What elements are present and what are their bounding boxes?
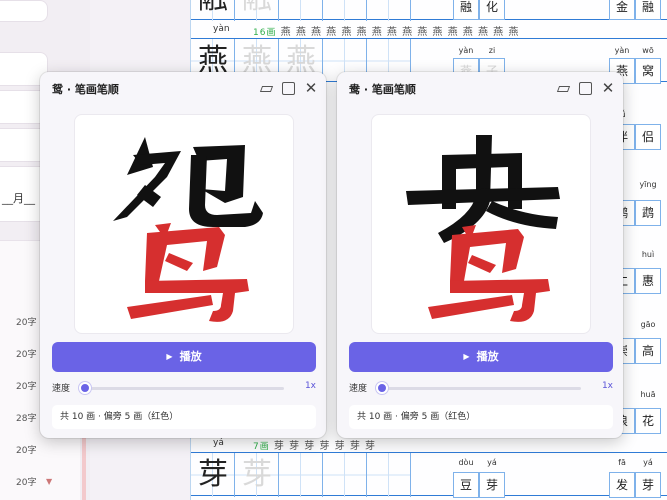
window-maximize-icon[interactable]: [280, 80, 296, 96]
window-minimize-icon[interactable]: [258, 80, 274, 96]
practice-cell: 融: [191, 0, 235, 21]
pinyin-label: yàn: [614, 46, 630, 55]
practice-cell: [367, 453, 411, 497]
stroke-info: 共 10 画 · 偏旁 5 画（红色）: [349, 405, 613, 429]
stroke-red: [165, 253, 193, 271]
play-button[interactable]: ▶ 播放: [349, 342, 613, 372]
char-count: 20字: [16, 318, 37, 328]
speed-slider-handle[interactable]: [79, 382, 91, 394]
pinyin-label: yīng: [639, 180, 657, 189]
window-maximize-icon[interactable]: [577, 80, 593, 96]
word-cell: 侣: [635, 124, 661, 150]
pinyin-label: huì: [641, 250, 655, 259]
speed-value: 1x: [304, 381, 316, 391]
speed-label: 速度: [52, 384, 71, 394]
word-cell: 化: [479, 0, 505, 20]
pinyin-label: gāo: [640, 320, 656, 329]
close-icon[interactable]: ✕: [303, 80, 319, 96]
stroke-chars: 燕 燕 燕 燕 燕 燕 燕 燕 燕 燕 燕 燕 燕 燕 燕 燕: [280, 27, 520, 38]
word-cell: 芽: [479, 472, 505, 498]
speed-slider[interactable]: [84, 387, 284, 390]
word-cell: 融: [453, 0, 479, 20]
close-icon[interactable]: ✕: [600, 80, 616, 96]
word-cell: 豆: [453, 472, 479, 498]
stroke-count: 7画: [253, 442, 270, 452]
char-count: 20字: [16, 382, 37, 392]
stroke-canvas: [371, 114, 591, 334]
word-cell: 金: [609, 0, 635, 20]
word-cell: 花: [635, 408, 661, 434]
stroke-sequence: 16画 燕 燕 燕 燕 燕 燕 燕 燕 燕 燕 燕 燕 燕 燕 燕 燕: [253, 23, 519, 38]
window-titlebar[interactable]: 鸳 · 笔画笔顺 ✕: [40, 72, 326, 104]
sidebar-panel[interactable]: [0, 0, 48, 22]
date-field[interactable]: __月__: [2, 190, 35, 206]
pinyin-label: huā: [640, 390, 656, 399]
model-char: 芽: [198, 457, 228, 492]
word-cell: 发: [609, 472, 635, 498]
pinyin-label: yá: [213, 438, 224, 448]
practice-cell: 芽: [235, 453, 279, 497]
stroke-red: [428, 295, 514, 319]
model-char: 融: [191, 0, 235, 21]
worksheet-row: 芽 芽: [191, 452, 667, 497]
speed-value: 1x: [601, 381, 613, 391]
practice-cell: [367, 0, 411, 21]
pinyin-label: zi: [488, 46, 496, 55]
stroke-order-window[interactable]: 鸯 · 笔画笔顺 ✕ ▶ 播放 速度 1x 共 10 画 · 偏旁 5 画（红色）: [337, 72, 623, 438]
pinyin-label: fā: [618, 458, 626, 467]
stroke-red: [468, 255, 496, 273]
practice-cell: [323, 0, 367, 21]
pinyin-label: dòu: [458, 458, 474, 467]
word-cell: 融: [635, 0, 661, 20]
stroke-black: [113, 151, 181, 221]
trace-char: 芽: [242, 457, 272, 492]
practice-cell: [279, 0, 323, 21]
word-cell: 芽: [635, 472, 661, 498]
char-count: 20字: [16, 446, 37, 456]
stroke-red: [127, 295, 213, 319]
word-cell: 鹉: [635, 200, 661, 226]
word-cell: 高: [635, 338, 661, 364]
play-icon: ▶: [166, 352, 173, 361]
stroke-sequence: 7画 芽 芽 芽 芽 芽 芽 芽: [253, 437, 376, 452]
word-cell: 惠: [635, 268, 661, 294]
window-title: 鸳 · 笔画笔顺: [52, 83, 119, 96]
pinyin-label: yá: [643, 458, 653, 467]
chevron-down-icon[interactable]: ▼: [46, 477, 52, 486]
char-count: 20字: [16, 478, 37, 488]
pinyin-label: wō: [642, 46, 654, 55]
practice-cell: [323, 453, 367, 497]
character-drawing: [113, 137, 263, 322]
window-minimize-icon[interactable]: [555, 80, 571, 96]
speed-slider[interactable]: [381, 387, 581, 390]
stroke-count: 16画: [253, 28, 277, 38]
practice-cell: 芽: [191, 453, 235, 497]
pinyin-label: yá: [487, 458, 497, 467]
word-cell: 窝: [635, 58, 661, 84]
stroke-chars: 芽 芽 芽 芽 芽 芽 芽: [273, 441, 376, 452]
window-titlebar[interactable]: 鸯 · 笔画笔顺 ✕: [337, 72, 623, 104]
play-icon: ▶: [463, 352, 470, 361]
speed-label: 速度: [349, 384, 368, 394]
window-title: 鸯 · 笔画笔顺: [349, 83, 416, 96]
stroke-red: [145, 227, 225, 281]
pinyin-label: yàn: [213, 24, 230, 34]
character-drawing: [406, 135, 560, 322]
speed-slider-handle[interactable]: [376, 382, 388, 394]
char-count: 20字: [16, 350, 37, 360]
stroke-red: [450, 229, 524, 281]
stroke-black: [137, 185, 161, 207]
pinyin-label: yàn: [458, 46, 474, 55]
char-count: 28字: [16, 414, 37, 424]
stroke-info: 共 10 画 · 偏旁 5 画（红色）: [52, 405, 316, 429]
stroke-canvas: [74, 114, 294, 334]
play-label: 播放: [179, 350, 202, 363]
trace-char: 融: [235, 0, 279, 21]
play-label: 播放: [476, 350, 499, 363]
practice-cell: 融: [235, 0, 279, 21]
play-button[interactable]: ▶ 播放: [52, 342, 316, 372]
worksheet-row: 融 融: [191, 0, 667, 21]
stroke-order-window[interactable]: 鸳 · 笔画笔顺 ✕ ▶ 播放 速度 1x 共 10 画 · 偏旁 5 画（红色）: [40, 72, 326, 438]
practice-cell: [279, 453, 323, 497]
